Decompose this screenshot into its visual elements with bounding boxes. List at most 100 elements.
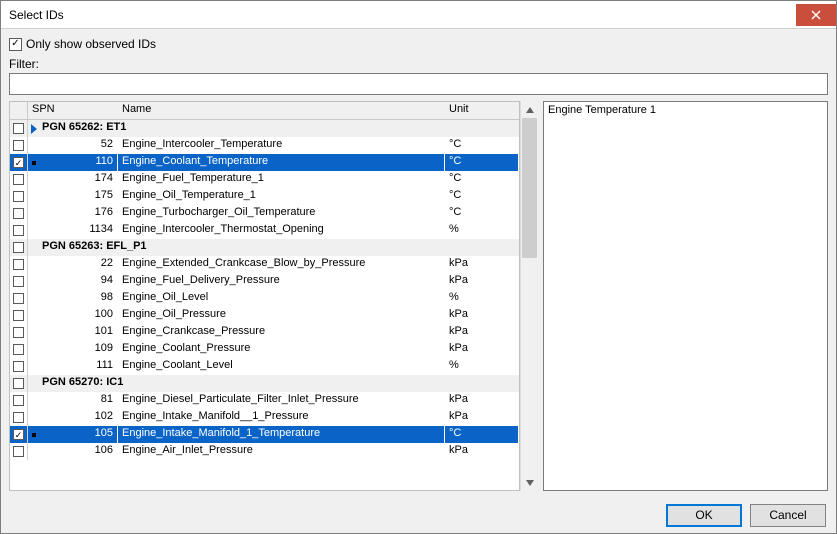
row-indicator [28,188,40,205]
table-row[interactable]: 111Engine_Coolant_Level% [10,358,519,375]
row-checkbox[interactable] [13,327,24,338]
row-checkbox-cell[interactable] [10,290,28,307]
row-checkbox-cell[interactable] [10,222,28,239]
scroll-thumb[interactable] [522,118,537,258]
grid-wrap: SPN Name Unit PGN 65262: ET152Engine_Int… [9,101,520,491]
row-indicator [28,205,40,222]
table-row[interactable]: 100Engine_Oil_PressurekPa [10,307,519,324]
row-checkbox[interactable] [13,174,24,185]
only-observed-checkbox[interactable] [9,38,22,51]
row-checkbox[interactable] [13,140,24,151]
window-title: Select IDs [9,8,64,22]
table-row[interactable]: 106Engine_Air_Inlet_PressurekPa [10,443,519,460]
row-checkbox[interactable] [13,276,24,287]
row-indicator [28,120,40,137]
row-checkbox[interactable] [13,446,24,457]
row-checkbox-cell[interactable] [10,375,28,392]
table-row[interactable]: 94Engine_Fuel_Delivery_PressurekPa [10,273,519,290]
table-row[interactable]: 1134Engine_Intercooler_Thermostat_Openin… [10,222,519,239]
cell-unit: kPa [445,443,519,460]
cell-spn: 52 [40,137,118,154]
row-checkbox[interactable] [13,259,24,270]
table-row[interactable]: 81Engine_Diesel_Particulate_Filter_Inlet… [10,392,519,409]
scroll-down-icon[interactable] [521,474,538,491]
row-checkbox[interactable] [13,310,24,321]
row-checkbox[interactable] [13,378,24,389]
cell-spn: 111 [40,358,118,375]
row-checkbox[interactable] [13,191,24,202]
col-name[interactable]: Name [118,102,445,119]
group-row[interactable]: PGN 65262: ET1 [10,120,519,137]
group-row[interactable]: PGN 65270: IC1 [10,375,519,392]
vertical-scrollbar[interactable] [520,101,537,491]
row-checkbox[interactable] [13,344,24,355]
close-button[interactable] [796,4,836,26]
row-checkbox-cell[interactable] [10,307,28,324]
cell-unit: °C [445,171,519,188]
row-checkbox[interactable] [13,225,24,236]
scroll-up-icon[interactable] [521,101,538,118]
row-checkbox-cell[interactable] [10,324,28,341]
table-row[interactable]: 102Engine_Intake_Manifold__1_PressurekPa [10,409,519,426]
cancel-button[interactable]: Cancel [750,504,826,527]
row-checkbox-cell[interactable] [10,188,28,205]
row-checkbox[interactable] [13,242,24,253]
row-checkbox-cell[interactable] [10,137,28,154]
row-checkbox-cell[interactable] [10,409,28,426]
table-row[interactable]: 105Engine_Intake_Manifold_1_Temperature°… [10,426,519,443]
table-row[interactable]: 98Engine_Oil_Level% [10,290,519,307]
cell-name: Engine_Turbocharger_Oil_Temperature [118,205,445,222]
row-checkbox-cell[interactable] [10,171,28,188]
row-checkbox[interactable] [13,412,24,423]
cell-unit: kPa [445,341,519,358]
col-unit[interactable]: Unit [445,102,519,119]
main-area: SPN Name Unit PGN 65262: ET152Engine_Int… [1,101,836,497]
row-checkbox[interactable] [13,429,24,440]
table-row[interactable]: 22Engine_Extended_Crankcase_Blow_by_Pres… [10,256,519,273]
row-checkbox[interactable] [13,157,24,168]
only-observed-label: Only show observed IDs [26,37,156,51]
row-checkbox-cell[interactable] [10,341,28,358]
cell-name: Engine_Intercooler_Thermostat_Opening [118,222,445,239]
table-row[interactable]: 109Engine_Coolant_PressurekPa [10,341,519,358]
row-indicator [28,154,40,171]
cell-spn: 176 [40,205,118,222]
table-row[interactable]: 52Engine_Intercooler_Temperature°C [10,137,519,154]
row-checkbox[interactable] [13,208,24,219]
row-checkbox-cell[interactable] [10,205,28,222]
row-indicator [28,239,40,256]
row-checkbox-cell[interactable] [10,154,28,171]
row-checkbox-cell[interactable] [10,120,28,137]
col-spn[interactable]: SPN [28,102,118,119]
row-checkbox-cell[interactable] [10,358,28,375]
row-checkbox[interactable] [13,361,24,372]
cell-spn: 110 [40,154,118,171]
cell-spn: 1134 [40,222,118,239]
row-checkbox[interactable] [13,395,24,406]
table-row[interactable]: 175Engine_Oil_Temperature_1°C [10,188,519,205]
detail-pane: Engine Temperature 1 [543,101,828,491]
titlebar: Select IDs [1,1,836,29]
row-checkbox-cell[interactable] [10,443,28,460]
row-checkbox-cell[interactable] [10,256,28,273]
cell-unit: % [445,358,519,375]
row-checkbox-cell[interactable] [10,426,28,443]
table-row[interactable]: 176Engine_Turbocharger_Oil_Temperature°C [10,205,519,222]
row-checkbox-cell[interactable] [10,273,28,290]
cell-name: Engine_Fuel_Temperature_1 [118,171,445,188]
cell-unit: °C [445,137,519,154]
ok-button[interactable]: OK [666,504,742,527]
table-row[interactable]: 110Engine_Coolant_Temperature°C [10,154,519,171]
only-observed-row[interactable]: Only show observed IDs [9,37,828,51]
group-row[interactable]: PGN 65263: EFL_P1 [10,239,519,256]
row-checkbox[interactable] [13,123,24,134]
filter-input[interactable] [9,73,828,95]
table-row[interactable]: 174Engine_Fuel_Temperature_1°C [10,171,519,188]
row-checkbox-cell[interactable] [10,392,28,409]
row-checkbox-cell[interactable] [10,239,28,256]
cell-unit: kPa [445,324,519,341]
row-checkbox[interactable] [13,293,24,304]
row-indicator [28,392,40,409]
table-row[interactable]: 101Engine_Crankcase_PressurekPa [10,324,519,341]
cell-name: Engine_Oil_Pressure [118,307,445,324]
